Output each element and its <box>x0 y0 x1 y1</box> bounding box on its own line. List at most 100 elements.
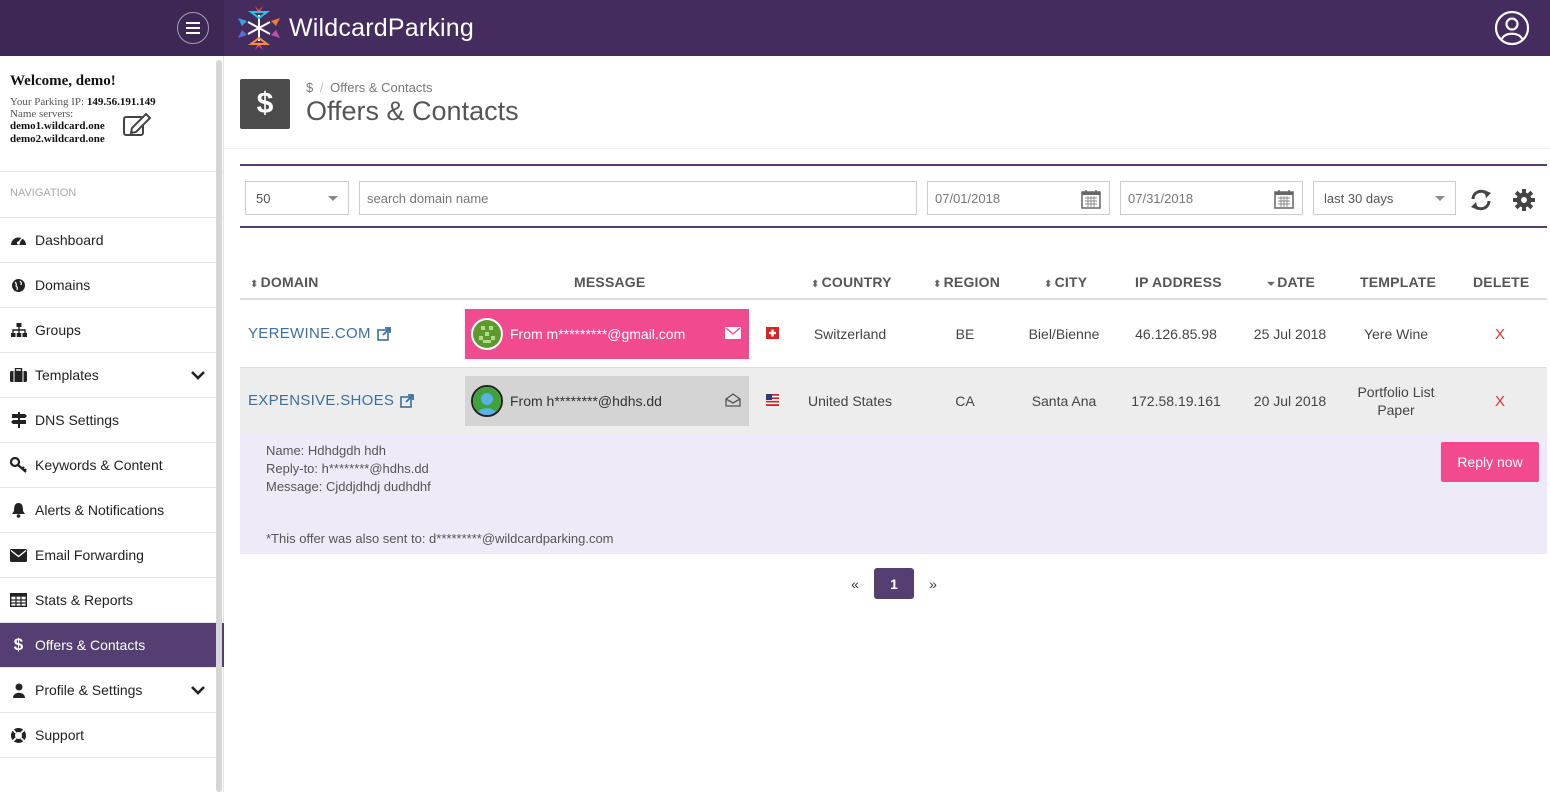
dashboard-icon <box>10 232 27 249</box>
external-link-icon <box>376 326 391 341</box>
sidebar-item-stats-reports[interactable]: Stats & Reports <box>0 578 216 623</box>
domain-link[interactable]: EXPENSIVE.SHOES <box>248 392 415 409</box>
external-link-icon <box>400 393 415 408</box>
city-cell: Santa Ana <box>1031 393 1097 409</box>
message-preview[interactable]: From m*********@gmail.com <box>465 309 749 359</box>
date-to-input[interactable]: 07/31/2018 <box>1120 181 1303 215</box>
brand-logo[interactable]: WildcardParking <box>235 3 474 53</box>
top-bar: WildcardParking <box>0 0 1550 56</box>
sort-desc-icon: ⏷ <box>1267 279 1276 290</box>
column-date[interactable]: ⏷ DATE <box>1267 274 1315 290</box>
sidebar-item-label: Alerts & Notifications <box>35 502 165 518</box>
parking-ip-line: Your Parking IP: 149.56.191.149 <box>10 96 213 108</box>
pagination-prev[interactable]: « <box>845 576 865 592</box>
pagination-page[interactable]: 1 <box>874 568 914 599</box>
column-country-label: COUNTRY <box>821 274 892 290</box>
column-country[interactable]: ⬍ COUNTRY <box>811 274 892 290</box>
chevron-down-icon[interactable] <box>190 682 206 698</box>
search-domain-input[interactable]: search domain name <box>359 181 917 215</box>
column-region[interactable]: ⬍ REGION <box>933 274 1000 290</box>
column-city[interactable]: ⬍ CITY <box>1044 274 1087 290</box>
also-sent-note: *This offer was also sent to: d*********… <box>266 531 614 546</box>
ip-cell: 46.126.85.98 <box>1135 326 1217 342</box>
sidebar-item-label: Dashboard <box>35 232 104 248</box>
date-cell: 25 Jul 2018 <box>1253 326 1327 342</box>
hamburger-menu-button[interactable] <box>177 12 209 44</box>
sidebar: Welcome, demo! Your Parking IP: 149.56.1… <box>0 56 224 792</box>
table-icon <box>10 592 27 609</box>
sidebar-item-label: Offers & Contacts <box>35 637 146 653</box>
domain-link[interactable]: YEREWINE.COM <box>248 325 391 342</box>
parking-ip-value: 149.56.191.149 <box>86 96 156 108</box>
sidebar-item-label: Templates <box>35 367 99 383</box>
caret-down-icon <box>328 196 338 201</box>
sidebar-item-keywords-content[interactable]: Keywords & Content <box>0 443 216 488</box>
edit-nameservers-icon[interactable] <box>122 112 152 138</box>
delete-button[interactable]: X <box>1480 326 1520 343</box>
sidebar-item-email-forwarding[interactable]: Email Forwarding <box>0 533 216 578</box>
column-city-label: CITY <box>1054 274 1088 290</box>
sidebar-item-offers-contacts[interactable]: $ Offers & Contacts <box>0 623 224 668</box>
calendar-icon[interactable] <box>1274 189 1294 209</box>
column-domain-label: DOMAIN <box>260 274 319 290</box>
reply-now-button[interactable]: Reply now <box>1441 442 1539 482</box>
main-content: $ $ / Offers & Contacts Offers & Contact… <box>225 56 1550 792</box>
dollar-icon: $ <box>13 635 24 654</box>
sort-icon: ⬍ <box>933 279 942 290</box>
domain-name: YEREWINE.COM <box>248 325 371 342</box>
sidebar-item-profile-settings[interactable]: Profile & Settings <box>0 668 216 713</box>
gear-icon[interactable] <box>1512 188 1536 212</box>
delete-button[interactable]: X <box>1480 393 1520 410</box>
envelope-icon <box>10 547 27 564</box>
sidebar-item-domains[interactable]: Domains <box>0 263 216 308</box>
date-range-select[interactable]: last 30 days <box>1313 181 1456 215</box>
user-circle-icon <box>1494 10 1530 46</box>
message-from: From h********@hdhs.dd <box>510 393 662 409</box>
column-domain[interactable]: ⬍ DOMAIN <box>250 274 319 290</box>
lifebuoy-icon <box>10 727 27 744</box>
region-cell: CA <box>955 393 975 409</box>
breadcrumb-home-dollar-icon[interactable]: $ <box>306 80 313 95</box>
envelope-open-icon <box>725 393 741 407</box>
date-to-value: 07/31/2018 <box>1128 190 1194 206</box>
column-date-label: DATE <box>1277 274 1316 290</box>
breadcrumb-separator: / <box>319 80 324 95</box>
date-from-input[interactable]: 07/01/2018 <box>927 181 1110 215</box>
table-row[interactable]: EXPENSIVE.SHOES From h********@hdhs.dd U… <box>240 368 1547 435</box>
pagination: « 1 » <box>845 568 943 599</box>
sidebar-scrollbar[interactable] <box>216 60 222 792</box>
message-from: From m*********@gmail.com <box>510 326 686 342</box>
search-placeholder: search domain name <box>367 190 489 206</box>
pagination-next[interactable]: » <box>923 576 943 592</box>
sidebar-item-support[interactable]: Support <box>0 713 216 758</box>
country-cell: Switzerland <box>813 326 887 342</box>
date-from-value: 07/01/2018 <box>935 190 1001 206</box>
offer-info: Name: Hdhdgdh hdh Reply-to: h********@hd… <box>266 442 431 496</box>
user-icon <box>10 682 27 699</box>
flag-switzerland-icon <box>766 327 779 339</box>
refresh-icon[interactable] <box>1469 188 1493 212</box>
breadcrumb: $ / Offers & Contacts <box>306 80 432 95</box>
chevron-down-icon[interactable] <box>190 367 206 383</box>
calendar-icon[interactable] <box>1081 189 1101 209</box>
user-account-button[interactable] <box>1494 10 1530 46</box>
sidebar-item-groups[interactable]: Groups <box>0 308 216 353</box>
nameservers: demo1.wildcard.one demo2.wildcard.one <box>10 112 213 146</box>
caret-down-icon <box>1435 196 1445 201</box>
per-page-select[interactable]: 50 <box>245 181 349 215</box>
nameserver-2: demo2.wildcard.one <box>10 133 105 145</box>
sidebar-item-dns-settings[interactable]: DNS Settings <box>0 398 216 443</box>
avatar <box>471 318 503 350</box>
sidebar-item-dashboard[interactable]: Dashboard <box>0 218 216 263</box>
template-line-2: Paper <box>1377 402 1415 418</box>
sidebar-item-templates[interactable]: Templates <box>0 353 216 398</box>
sort-icon: ⬍ <box>1044 279 1053 290</box>
filter-bar: 50 search domain name 07/01/2018 07/31/2… <box>240 164 1547 228</box>
avatar <box>471 385 503 417</box>
template-cell: Yere Wine <box>1363 326 1429 342</box>
bell-icon <box>10 502 27 519</box>
message-preview[interactable]: From h********@hdhs.dd <box>465 376 749 426</box>
sidebar-item-alerts-notifications[interactable]: Alerts & Notifications <box>0 488 216 533</box>
sidebar-item-label: Email Forwarding <box>35 547 144 563</box>
table-row[interactable]: YEREWINE.COM From m*********@gmail.com S… <box>240 301 1547 368</box>
